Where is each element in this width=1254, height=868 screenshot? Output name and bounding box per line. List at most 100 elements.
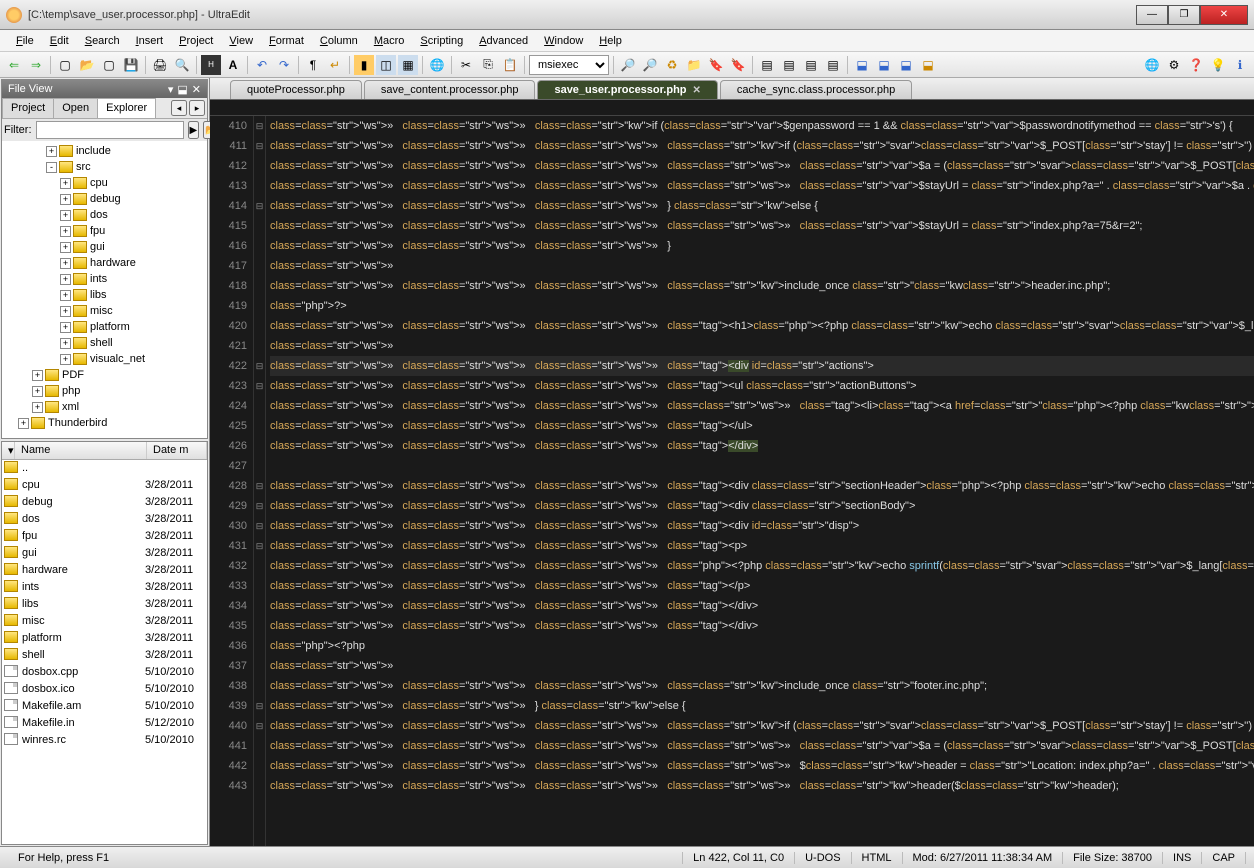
tree-node[interactable]: +cpu: [4, 175, 205, 191]
redo-icon[interactable]: ↷: [274, 55, 294, 75]
close-button[interactable]: ✕: [1200, 5, 1248, 25]
file-row[interactable]: fpu3/28/2011: [2, 528, 207, 545]
menu-advanced[interactable]: Advanced: [471, 32, 536, 50]
filter-input[interactable]: [36, 121, 184, 139]
fv-tab-explorer[interactable]: Explorer: [97, 98, 156, 118]
cut-icon[interactable]: ✂: [456, 55, 476, 75]
bookmark-icon[interactable]: 🔖: [706, 55, 726, 75]
col1-icon[interactable]: ▮: [354, 55, 374, 75]
forward-icon[interactable]: ⇒: [26, 55, 46, 75]
tree-node[interactable]: +hardware: [4, 255, 205, 271]
file-row[interactable]: dosbox.cpp5/10/2010: [2, 664, 207, 681]
col-date[interactable]: Date m: [147, 442, 207, 459]
tree-node[interactable]: +Thunderbird: [4, 415, 205, 431]
menu-project[interactable]: Project: [171, 32, 221, 50]
next-icon[interactable]: ▸: [189, 100, 205, 116]
t7-icon[interactable]: ⬓: [896, 55, 916, 75]
tree-node[interactable]: +gui: [4, 239, 205, 255]
new-icon[interactable]: ▢: [55, 55, 75, 75]
ws-icon[interactable]: ¶: [303, 55, 323, 75]
bulb-icon[interactable]: 💡: [1208, 55, 1228, 75]
file-row[interactable]: platform3/28/2011: [2, 630, 207, 647]
t6-icon[interactable]: ⬓: [874, 55, 894, 75]
file-row[interactable]: winres.rc5/10/2010: [2, 732, 207, 749]
t8-icon[interactable]: ⬓: [918, 55, 938, 75]
wrap-icon[interactable]: ↵: [325, 55, 345, 75]
menu-scripting[interactable]: Scripting: [412, 32, 471, 50]
minimize-button[interactable]: —: [1136, 5, 1168, 25]
t4-icon[interactable]: ▤: [823, 55, 843, 75]
file-row[interactable]: dos3/28/2011: [2, 511, 207, 528]
filter-go-icon[interactable]: ▶: [188, 121, 200, 139]
file-row[interactable]: Makefile.in5/12/2010: [2, 715, 207, 732]
print-icon[interactable]: 🖨: [150, 55, 170, 75]
file-row[interactable]: debug3/28/2011: [2, 494, 207, 511]
file-row[interactable]: ints3/28/2011: [2, 579, 207, 596]
save-icon[interactable]: 💾: [121, 55, 141, 75]
panel-close-icon[interactable]: ✕: [192, 83, 201, 96]
tree-node[interactable]: +PDF: [4, 367, 205, 383]
editor-tab[interactable]: save_content.processor.php: [364, 80, 536, 99]
tree-node[interactable]: +shell: [4, 335, 205, 351]
text-icon[interactable]: A: [223, 55, 243, 75]
editor-tab[interactable]: quoteProcessor.php: [230, 80, 362, 99]
tree-node[interactable]: +ints: [4, 271, 205, 287]
pin2-icon[interactable]: ⬓: [177, 83, 187, 96]
file-row[interactable]: dosbox.ico5/10/2010: [2, 681, 207, 698]
tree-node[interactable]: +xml: [4, 399, 205, 415]
bookmark2-icon[interactable]: 🔖: [728, 55, 748, 75]
t5-icon[interactable]: ⬓: [852, 55, 872, 75]
tree-node[interactable]: +libs: [4, 287, 205, 303]
fv-tab-project[interactable]: Project: [2, 98, 54, 118]
fv-tab-open[interactable]: Open: [53, 98, 98, 118]
menu-view[interactable]: View: [221, 32, 261, 50]
info-icon[interactable]: ℹ: [1230, 55, 1250, 75]
col-icon[interactable]: ▾: [2, 442, 15, 459]
paste-icon[interactable]: 📋: [500, 55, 520, 75]
tree-node[interactable]: +fpu: [4, 223, 205, 239]
maximize-button[interactable]: ❐: [1168, 5, 1200, 25]
menu-search[interactable]: Search: [77, 32, 128, 50]
globe-icon[interactable]: 🌐: [1142, 55, 1162, 75]
menu-column[interactable]: Column: [312, 32, 366, 50]
prev-icon[interactable]: ◂: [171, 100, 187, 116]
tree-node[interactable]: -src: [4, 159, 205, 175]
file-row[interactable]: shell3/28/2011: [2, 647, 207, 664]
file-row[interactable]: hardware3/28/2011: [2, 562, 207, 579]
pin-icon[interactable]: ▾: [168, 83, 174, 96]
tree-node[interactable]: +platform: [4, 319, 205, 335]
file-row[interactable]: libs3/28/2011: [2, 596, 207, 613]
tree-node[interactable]: +include: [4, 143, 205, 159]
tree-node[interactable]: +php: [4, 383, 205, 399]
command-combo[interactable]: msiexec: [529, 55, 609, 75]
menu-file[interactable]: File: [8, 32, 42, 50]
back-icon[interactable]: ⇐: [4, 55, 24, 75]
menu-help[interactable]: Help: [591, 32, 630, 50]
editor-tab[interactable]: save_user.processor.php✕: [537, 80, 717, 99]
gear-icon[interactable]: ⚙: [1164, 55, 1184, 75]
t1-icon[interactable]: ▤: [757, 55, 777, 75]
menu-edit[interactable]: Edit: [42, 32, 77, 50]
tree-node[interactable]: +misc: [4, 303, 205, 319]
copy-icon[interactable]: ⎘: [478, 55, 498, 75]
file-row[interactable]: ..: [2, 460, 207, 477]
editor-tab[interactable]: cache_sync.class.processor.php: [720, 80, 912, 99]
close-file-icon[interactable]: ▢: [99, 55, 119, 75]
file-list[interactable]: ..cpu3/28/2011debug3/28/2011dos3/28/2011…: [2, 460, 207, 844]
tree-node[interactable]: +dos: [4, 207, 205, 223]
folder-tree[interactable]: +include-src+cpu+debug+dos+fpu+gui+hardw…: [2, 141, 207, 438]
t3-icon[interactable]: ▤: [801, 55, 821, 75]
find-next-icon[interactable]: 🔎: [640, 55, 660, 75]
open-icon[interactable]: 📂: [77, 55, 97, 75]
menu-format[interactable]: Format: [261, 32, 312, 50]
col-name[interactable]: Name: [15, 442, 147, 459]
menu-window[interactable]: Window: [536, 32, 591, 50]
menu-macro[interactable]: Macro: [366, 32, 413, 50]
tree-node[interactable]: +visualc_net: [4, 351, 205, 367]
find-icon[interactable]: 🔎: [618, 55, 638, 75]
file-row[interactable]: Makefile.am5/10/2010: [2, 698, 207, 715]
hex-icon[interactable]: H: [201, 55, 221, 75]
menu-insert[interactable]: Insert: [128, 32, 172, 50]
col2-icon[interactable]: ◫: [376, 55, 396, 75]
undo-icon[interactable]: ↶: [252, 55, 272, 75]
